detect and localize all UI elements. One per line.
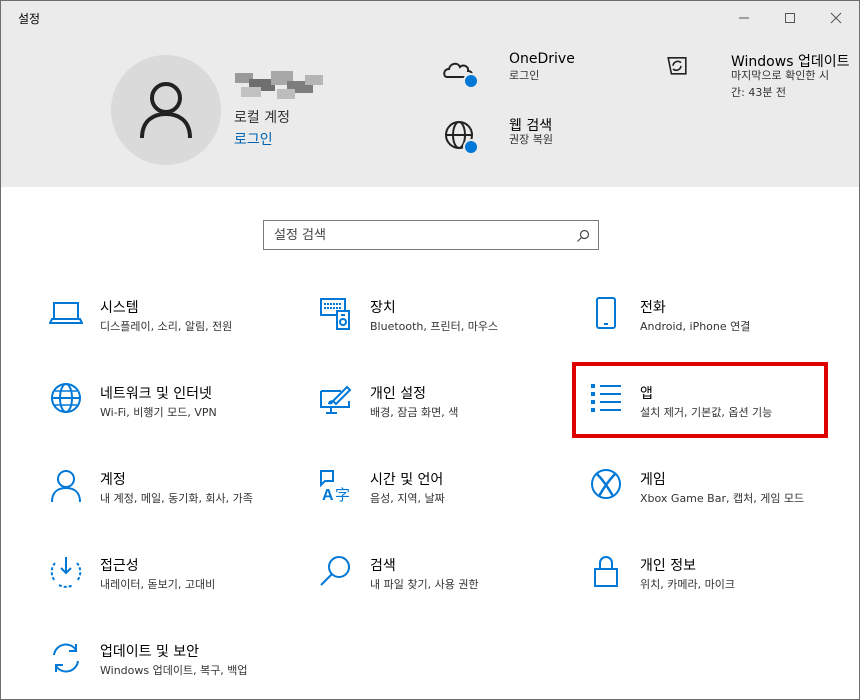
tile-description: Windows 업데이트, 복구, 백업 xyxy=(100,662,280,679)
tile-title: 시스템 xyxy=(100,297,139,317)
tile-description: 위치, 카메라, 마이크 xyxy=(640,576,820,593)
xbox-icon xyxy=(589,469,623,503)
tile-description: 내 계정, 메일, 동기화, 회사, 가족 xyxy=(100,490,280,507)
tile-phone[interactable]: 전화 Android, iPhone 연결 xyxy=(589,297,839,367)
close-icon xyxy=(830,12,842,24)
svg-text:A: A xyxy=(322,487,334,503)
search-icon[interactable] xyxy=(576,229,590,243)
header-panel: 설정 로컬 계정 로그인 xyxy=(1,1,859,187)
maximize-icon xyxy=(784,12,796,24)
tile-system[interactable]: 시스템 디스플레이, 소리, 알림, 전원 xyxy=(49,297,299,367)
maximize-button[interactable] xyxy=(767,5,813,31)
windows-update-subtitle-line2: 간: 43분 전 xyxy=(731,84,786,101)
settings-window: 설정 로컬 계정 로그인 xyxy=(0,0,860,700)
person-icon xyxy=(49,469,83,503)
lock-icon xyxy=(589,555,623,589)
login-link[interactable]: 로그인 xyxy=(234,129,273,149)
web-search-item[interactable]: 웹 검색 권장 복원 xyxy=(441,115,601,161)
tile-privacy[interactable]: 개인 정보 위치, 카메라, 마이크 xyxy=(589,555,839,625)
tile-description: 내 파일 찾기, 사용 권한 xyxy=(370,576,550,593)
time-language-icon: A 字 xyxy=(319,469,353,503)
windows-update-subtitle-line1: 마지막으로 확인한 시 xyxy=(731,67,829,84)
ease-of-access-icon xyxy=(49,555,83,589)
tile-personalization[interactable]: 개인 설정 배경, 잠금 화면, 색 xyxy=(319,383,569,453)
tile-title: 업데이트 및 보안 xyxy=(100,641,199,661)
web-search-subtitle: 권장 복원 xyxy=(509,131,553,148)
tile-description: 디스플레이, 소리, 알림, 전원 xyxy=(100,318,280,335)
network-globe-icon xyxy=(49,383,83,417)
tile-title: 장치 xyxy=(370,297,396,317)
user-name-redacted xyxy=(235,71,325,101)
avatar[interactable] xyxy=(111,55,221,165)
personalization-icon xyxy=(319,383,353,417)
close-button[interactable] xyxy=(813,5,859,31)
tile-update-security[interactable]: 업데이트 및 보안 Windows 업데이트, 복구, 백업 xyxy=(49,641,299,700)
tile-title: 계정 xyxy=(100,469,126,489)
tile-time-language[interactable]: A 字 시간 및 언어 음성, 지역, 날짜 xyxy=(319,469,569,539)
tile-title: 시간 및 언어 xyxy=(370,469,443,489)
laptop-icon xyxy=(49,297,83,331)
tile-description: Android, iPhone 연결 xyxy=(640,318,820,335)
phone-icon xyxy=(589,297,623,331)
status-badge xyxy=(463,73,479,89)
tile-network[interactable]: 네트워크 및 인터넷 Wi-Fi, 비행기 모드, VPN xyxy=(49,383,299,453)
devices-icon xyxy=(319,297,353,331)
tile-title: 게임 xyxy=(640,469,666,489)
account-type-label: 로컬 계정 xyxy=(234,107,290,127)
tile-devices[interactable]: 장치 Bluetooth, 프린터, 마우스 xyxy=(319,297,569,367)
update-sync-icon xyxy=(49,641,83,675)
settings-search-box[interactable] xyxy=(263,220,599,250)
onedrive-subtitle: 로그인 xyxy=(509,67,539,84)
tile-description: Bluetooth, 프린터, 마우스 xyxy=(370,318,550,335)
tile-title: 개인 정보 xyxy=(640,555,696,575)
tile-title: 네트워크 및 인터넷 xyxy=(100,383,212,403)
search-input[interactable] xyxy=(274,225,564,245)
status-badge xyxy=(463,139,479,155)
tile-description: 배경, 잠금 화면, 색 xyxy=(370,404,550,421)
tile-description: 내레이터, 돋보기, 고대비 xyxy=(100,576,280,593)
highlight-box xyxy=(572,362,828,438)
user-avatar-icon xyxy=(138,80,194,140)
onedrive-item[interactable]: OneDrive 로그인 xyxy=(441,53,601,99)
tile-ease-of-access[interactable]: 접근성 내레이터, 돋보기, 고대비 xyxy=(49,555,299,625)
windows-update-item[interactable]: Windows 업데이트 마지막으로 확인한 시 간: 43분 전 xyxy=(665,53,855,113)
tile-description: 음성, 지역, 날짜 xyxy=(370,490,550,507)
tile-accounts[interactable]: 계정 내 계정, 메일, 동기화, 회사, 가족 xyxy=(49,469,299,539)
search-magnifier-icon xyxy=(319,555,353,589)
sync-icon xyxy=(665,53,697,85)
tile-title: 전화 xyxy=(640,297,666,317)
tile-search[interactable]: 검색 내 파일 찾기, 사용 권한 xyxy=(319,555,569,625)
svg-text:字: 字 xyxy=(335,486,350,503)
tile-title: 개인 설정 xyxy=(370,383,426,403)
onedrive-title: OneDrive xyxy=(509,51,575,67)
minimize-icon xyxy=(738,12,750,24)
tile-description: Xbox Game Bar, 캡처, 게임 모드 xyxy=(640,490,820,507)
tile-description: Wi-Fi, 비행기 모드, VPN xyxy=(100,404,280,421)
title-bar: 설정 xyxy=(1,1,859,35)
tile-title: 검색 xyxy=(370,555,396,575)
tile-gaming[interactable]: 게임 Xbox Game Bar, 캡처, 게임 모드 xyxy=(589,469,839,539)
minimize-button[interactable] xyxy=(721,5,767,31)
tile-title: 접근성 xyxy=(100,555,139,575)
window-title: 설정 xyxy=(18,10,40,27)
